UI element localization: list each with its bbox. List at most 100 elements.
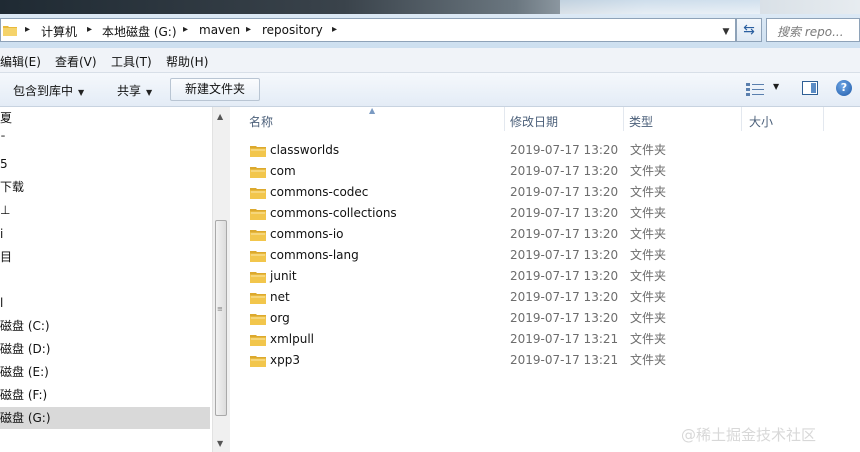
scroll-up-icon[interactable]: ▲ [217, 112, 223, 121]
watermark: @稀土掘金技术社区 [681, 426, 817, 444]
menu-tools[interactable]: 工具(T) [111, 53, 152, 70]
file-row[interactable]: commons-collections 2019-07-17 13:20 文件夹 [247, 203, 677, 224]
breadcrumb-separator-icon[interactable]: ▸ [183, 24, 188, 35]
breadcrumb-maven[interactable]: maven [199, 23, 240, 37]
file-name: net [270, 290, 290, 304]
include-in-library-button[interactable]: 包含到库中 ▼ [13, 82, 84, 99]
file-type: 文件夹 [630, 332, 667, 346]
menu-bar: 编辑(E) 查看(V) 工具(T) 帮助(H) [0, 48, 860, 73]
file-modified-date: 2019-07-17 13:20 [510, 164, 619, 178]
nav-item[interactable]: i [0, 223, 210, 245]
chevron-down-icon: ▼ [146, 88, 153, 97]
nav-item[interactable]: 目 [0, 246, 210, 268]
file-row[interactable]: com 2019-07-17 13:20 文件夹 [247, 161, 677, 182]
scrollbar-thumb[interactable] [215, 220, 227, 416]
column-divider[interactable] [623, 107, 624, 131]
nav-item[interactable]: 磁盘 (G:) [0, 407, 210, 430]
search-input[interactable]: 搜索 repo... [766, 18, 860, 42]
breadcrumb-separator-icon[interactable]: ▸ [246, 24, 251, 35]
file-modified-date: 2019-07-17 13:20 [510, 143, 619, 157]
file-modified-date: 2019-07-17 13:20 [510, 290, 619, 304]
navigation-scrollbar[interactable]: ▲ ≡ ▼ [212, 107, 230, 452]
nav-item[interactable]: l [0, 292, 210, 314]
file-type: 文件夹 [630, 290, 667, 304]
column-header-size[interactable]: 大小 [749, 113, 773, 130]
menu-help[interactable]: 帮助(H) [166, 53, 208, 70]
nav-item[interactable]: 磁盘 (E:) [0, 361, 210, 383]
file-row[interactable]: junit 2019-07-17 13:20 文件夹 [247, 266, 677, 287]
include-in-library-label: 包含到库中 [13, 84, 74, 98]
breadcrumb-drive-g[interactable]: 本地磁盘 (G:) [102, 23, 177, 40]
file-row[interactable]: commons-io 2019-07-17 13:20 文件夹 [247, 224, 677, 245]
view-dropdown-icon[interactable]: ▼ [773, 82, 779, 91]
breadcrumb-separator-icon[interactable]: ▸ [25, 24, 30, 35]
column-header-date[interactable]: 修改日期 [510, 113, 558, 130]
file-row[interactable]: classworlds 2019-07-17 13:20 文件夹 [247, 140, 677, 161]
file-row[interactable]: commons-lang 2019-07-17 13:20 文件夹 [247, 245, 677, 266]
file-type: 文件夹 [630, 248, 667, 262]
breadcrumb-computer[interactable]: 计算机 [41, 23, 77, 40]
file-row[interactable]: net 2019-07-17 13:20 文件夹 [247, 287, 677, 308]
folder-icon [250, 272, 266, 283]
column-header-type[interactable]: 类型 [629, 113, 653, 130]
column-divider[interactable] [823, 107, 824, 131]
scroll-down-icon[interactable]: ▼ [217, 439, 223, 448]
breadcrumb-repository[interactable]: repository [262, 23, 323, 37]
column-header-name[interactable]: 名称 [249, 113, 273, 130]
menu-edit[interactable]: 编辑(E) [0, 53, 41, 70]
file-modified-date: 2019-07-17 13:20 [510, 248, 619, 262]
address-bar[interactable]: ▸ 计算机 ▸ 本地磁盘 (G:) ▸ maven ▸ repository ▸… [0, 18, 736, 42]
sort-ascending-icon: ▲ [369, 106, 376, 115]
file-row[interactable]: xmlpull 2019-07-17 13:21 文件夹 [247, 329, 677, 350]
menu-view[interactable]: 查看(V) [55, 53, 97, 70]
nav-item[interactable] [0, 269, 210, 291]
folder-icon [250, 251, 266, 262]
nav-item[interactable]: 5 [0, 153, 210, 175]
refresh-icon: ⇆ [743, 22, 755, 38]
nav-item[interactable]: 夏 [0, 107, 210, 129]
file-modified-date: 2019-07-17 13:21 [510, 353, 619, 367]
preview-pane-button[interactable] [802, 81, 818, 95]
nav-item[interactable]: 磁盘 (F:) [0, 384, 210, 406]
new-folder-button[interactable]: 新建文件夹 [170, 78, 260, 101]
file-name: junit [270, 269, 297, 283]
nav-item[interactable]: ˉ [0, 130, 210, 152]
file-modified-date: 2019-07-17 13:20 [510, 311, 619, 325]
column-divider[interactable] [741, 107, 742, 131]
folder-icon [250, 167, 266, 178]
folder-icon [250, 314, 266, 325]
folder-icon [250, 209, 266, 220]
folder-icon [250, 293, 266, 304]
address-history-dropdown-icon[interactable]: ▼ [717, 23, 735, 41]
file-modified-date: 2019-07-17 13:20 [510, 269, 619, 283]
scrollbar-grip-icon: ≡ [217, 305, 223, 313]
file-name: classworlds [270, 143, 340, 157]
refresh-button[interactable]: ⇆ [736, 18, 762, 42]
file-type: 文件夹 [630, 227, 667, 241]
folder-icon [250, 188, 266, 199]
breadcrumb-separator-icon[interactable]: ▸ [332, 24, 337, 35]
navigation-pane: 夏 ˉ 5 下载 ⊥ i 目 l 磁盘 (C:) 磁盘 (D:) 磁盘 (E:) 磁盘 (F:) 磁盘 … [0, 107, 214, 452]
share-button[interactable]: 共享 ▼ [117, 82, 152, 99]
nav-item[interactable]: 下载 [0, 176, 210, 198]
breadcrumb-separator-icon[interactable]: ▸ [87, 24, 92, 35]
folder-icon [250, 356, 266, 367]
file-type: 文件夹 [630, 269, 667, 283]
folder-icon [250, 146, 266, 157]
file-type: 文件夹 [630, 353, 667, 367]
view-options-icon[interactable] [746, 82, 764, 96]
column-divider[interactable] [504, 107, 505, 131]
file-row[interactable]: org 2019-07-17 13:20 文件夹 [247, 308, 677, 329]
nav-item[interactable]: ⊥ [0, 199, 210, 221]
file-type: 文件夹 [630, 143, 667, 157]
nav-item[interactable]: 磁盘 (C:) [0, 315, 210, 337]
folder-icon [250, 335, 266, 346]
nav-item[interactable]: 磁盘 (D:) [0, 338, 210, 360]
file-row[interactable]: xpp3 2019-07-17 13:21 文件夹 [247, 350, 677, 371]
file-name: commons-codec [270, 185, 369, 199]
file-modified-date: 2019-07-17 13:20 [510, 227, 619, 241]
file-row[interactable]: commons-codec 2019-07-17 13:20 文件夹 [247, 182, 677, 203]
help-icon[interactable]: ? [836, 80, 852, 96]
title-bar-shade [560, 0, 760, 14]
file-name: xmlpull [270, 332, 315, 346]
